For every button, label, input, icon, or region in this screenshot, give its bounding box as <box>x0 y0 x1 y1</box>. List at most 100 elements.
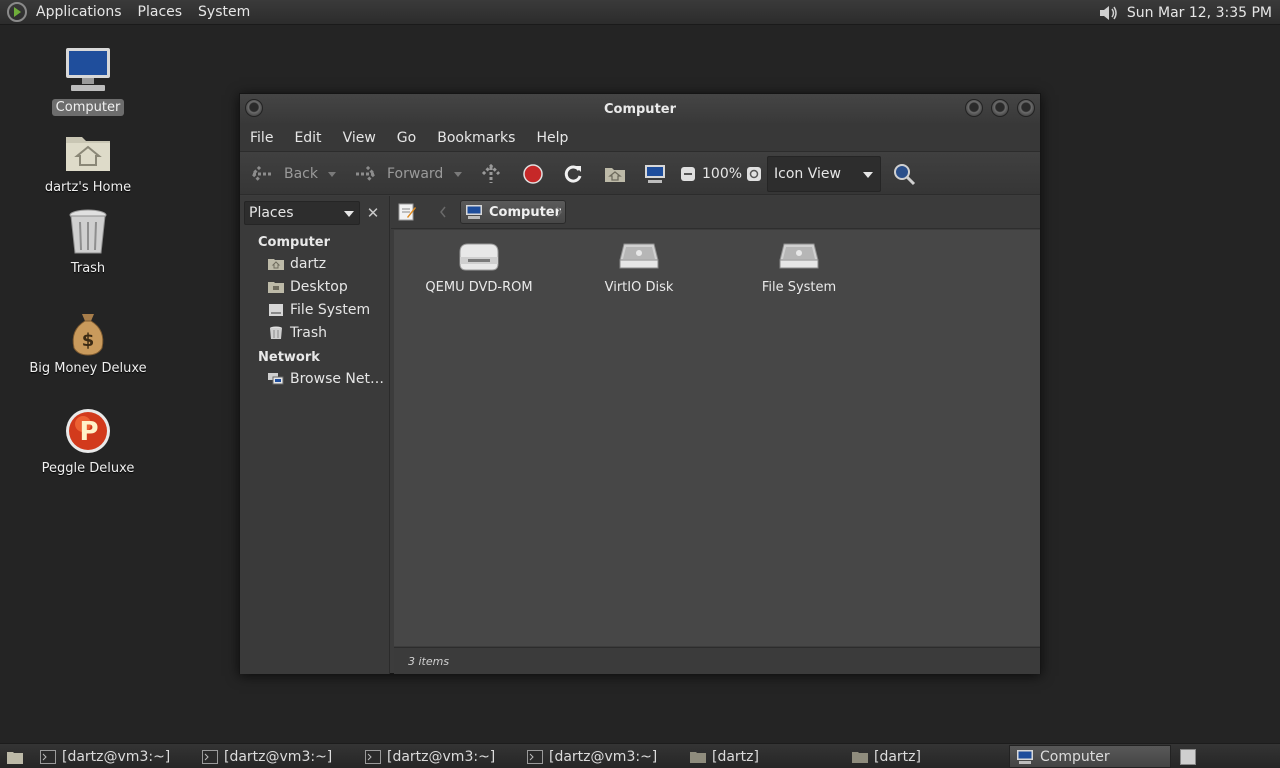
search-button[interactable] <box>892 152 916 196</box>
item-count: 3 items <box>408 654 450 668</box>
location-toggle-button[interactable] <box>397 202 417 226</box>
desktop-icon-trash[interactable]: Trash <box>28 208 148 277</box>
chevron-right-icon <box>556 206 562 218</box>
edit-location-icon <box>398 203 416 221</box>
up-arrow-icon <box>481 163 501 183</box>
money-bag-icon: $ <box>72 314 104 356</box>
stop-icon <box>523 164 543 184</box>
breadcrumb-computer[interactable]: Computer <box>460 200 567 224</box>
menu-bookmarks[interactable]: Bookmarks <box>427 130 526 146</box>
chevron-down-icon <box>328 172 336 177</box>
toolbar: Back Forward 100% Icon View <box>240 151 1040 195</box>
chevron-down-icon <box>863 172 873 178</box>
item-virtio-disk[interactable]: VirtIO Disk <box>559 240 719 295</box>
stop-button[interactable] <box>522 152 544 196</box>
hard-drive-icon <box>619 243 659 269</box>
sidebar-heading-network: Network <box>258 350 320 365</box>
system-menu[interactable]: System <box>190 4 258 20</box>
path-scroll-right-button[interactable] <box>555 205 563 223</box>
window-menu-button[interactable] <box>245 99 263 117</box>
computer-icon <box>645 165 665 183</box>
up-button[interactable] <box>480 152 502 196</box>
back-history-dropdown[interactable] <box>326 152 338 196</box>
desktop-icon-home[interactable]: dartz's Home <box>28 127 148 196</box>
close-icon: ✕ <box>366 204 380 222</box>
sidebar-item-browse-network[interactable]: Browse Net… <box>268 371 384 387</box>
places-menu[interactable]: Places <box>130 4 191 20</box>
forward-history-dropdown[interactable] <box>452 152 464 196</box>
hard-drive-icon <box>779 243 819 269</box>
desktop-icon-label: Computer <box>51 99 125 116</box>
zoom-in-button[interactable] <box>746 152 762 196</box>
reload-button[interactable] <box>562 152 584 196</box>
sidebar-close-button[interactable]: ✕ <box>362 201 384 225</box>
path-scroll-left-button[interactable] <box>439 205 447 223</box>
computer-icon <box>1017 749 1033 764</box>
menu-view[interactable]: View <box>333 130 387 146</box>
task-terminal-2[interactable]: [dartz@vm3:~] <box>196 745 356 768</box>
desktop-icon-computer[interactable]: Computer <box>28 45 148 116</box>
icon-view[interactable]: QEMU DVD-ROM VirtIO Disk File System <box>394 230 1040 646</box>
item-qemu-dvd-rom[interactable]: QEMU DVD-ROM <box>399 240 559 295</box>
show-desktop-button[interactable] <box>0 745 30 768</box>
minimize-button[interactable] <box>965 99 983 117</box>
home-folder-icon <box>605 168 625 182</box>
reload-icon <box>564 165 582 183</box>
home-button[interactable] <box>604 152 626 196</box>
show-desktop-icon <box>7 751 23 764</box>
close-button[interactable] <box>1017 99 1035 117</box>
location-bar: Computer <box>391 196 1040 229</box>
sidebar-item-dartz[interactable]: dartz <box>268 256 326 272</box>
item-file-system[interactable]: File System <box>719 240 879 295</box>
menu-edit[interactable]: Edit <box>284 130 332 146</box>
desktop-icon-label: dartz's Home <box>44 180 132 195</box>
bottom-panel: [dartz@vm3:~] [dartz@vm3:~] [dartz@vm3:~… <box>0 743 1280 768</box>
home-folder-icon <box>268 259 284 270</box>
file-manager-window: Computer File Edit View Go Bookmarks Hel… <box>239 93 1041 674</box>
computer-button[interactable] <box>644 152 666 196</box>
home-folder-icon <box>852 751 868 763</box>
top-panel: Applications Places System Sun Mar 12, 3… <box>0 0 1280 25</box>
search-icon <box>894 164 916 186</box>
sidebar-item-trash[interactable]: Trash <box>268 325 327 341</box>
terminal-icon <box>365 749 381 764</box>
sidebar-item-desktop[interactable]: Desktop <box>268 279 348 295</box>
workspace-switcher[interactable] <box>1174 745 1204 768</box>
chevron-left-icon <box>440 206 446 218</box>
menu-file[interactable]: File <box>240 130 284 146</box>
menu-go[interactable]: Go <box>387 130 427 146</box>
zoom-level[interactable]: 100% <box>702 152 742 196</box>
task-terminal-3[interactable]: [dartz@vm3:~] <box>359 745 519 768</box>
zoom-in-icon <box>747 167 761 181</box>
task-folder-1[interactable]: [dartz] <box>684 745 844 768</box>
distro-logo-icon[interactable] <box>6 1 28 23</box>
clock[interactable]: Sun Mar 12, 3:35 PM <box>1121 5 1280 21</box>
menu-bar: File Edit View Go Bookmarks Help <box>240 125 1040 151</box>
volume-icon[interactable] <box>1097 2 1121 24</box>
sidebar-heading-computer: Computer <box>258 235 331 250</box>
menu-help[interactable]: Help <box>526 130 579 146</box>
maximize-button[interactable] <box>991 99 1009 117</box>
view-mode-select[interactable]: Icon View <box>767 156 881 192</box>
chevron-down-icon <box>454 172 462 177</box>
sidebar: Places ✕ Computer dartz Desktop File Sys… <box>240 196 390 674</box>
sidebar-item-file-system[interactable]: File System <box>268 302 370 318</box>
drive-icon <box>269 304 283 316</box>
forward-button[interactable]: Forward <box>353 152 443 196</box>
applications-menu[interactable]: Applications <box>28 4 130 20</box>
network-icon <box>268 373 284 385</box>
task-computer[interactable]: Computer <box>1009 745 1171 768</box>
zoom-out-button[interactable] <box>680 152 696 196</box>
terminal-icon <box>202 749 218 764</box>
desktop-icon-peggle[interactable]: P Peggle Deluxe <box>28 406 148 477</box>
svg-text:P: P <box>79 417 98 447</box>
optical-drive-icon <box>459 243 499 271</box>
title-bar[interactable]: Computer <box>240 94 1040 125</box>
back-button[interactable]: Back <box>250 152 318 196</box>
task-terminal-1[interactable]: [dartz@vm3:~] <box>34 745 194 768</box>
desktop-icon-big-money[interactable]: $ Big Money Deluxe <box>28 310 148 377</box>
terminal-icon <box>527 749 543 764</box>
task-folder-2[interactable]: [dartz] <box>846 745 1006 768</box>
task-terminal-4[interactable]: [dartz@vm3:~] <box>521 745 681 768</box>
sidebar-type-select[interactable]: Places <box>244 201 360 225</box>
